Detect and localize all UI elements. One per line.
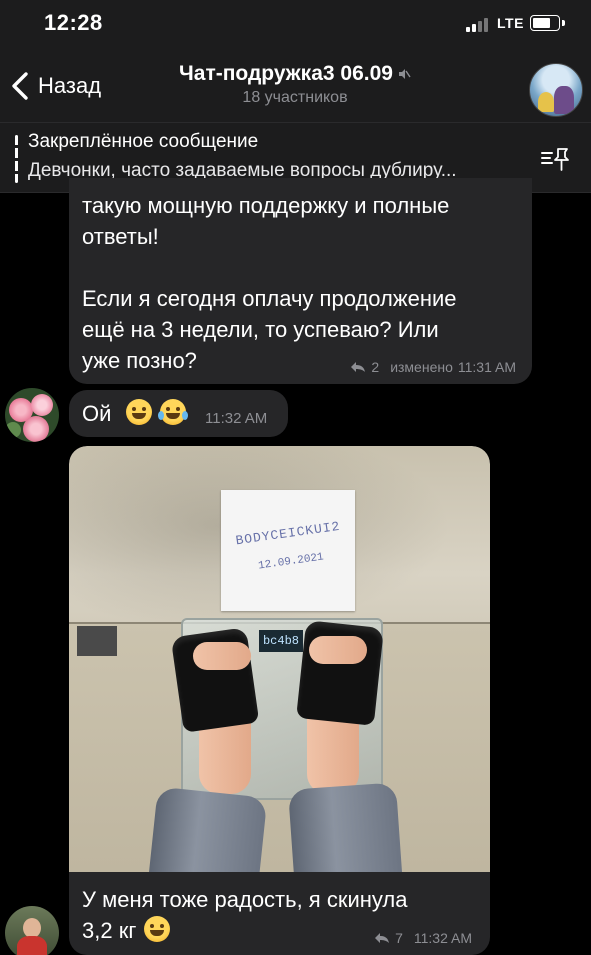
pinned-list-icon[interactable]	[540, 143, 570, 173]
network-type: LTE	[497, 15, 524, 31]
scale-display: bc4b8	[259, 630, 303, 652]
reply-icon	[351, 362, 366, 372]
back-button[interactable]: Назад	[10, 68, 101, 104]
photo-message-bubble[interactable]: BODYCEICKUI2 12.09.2021 bc4b8 У меня тож…	[69, 446, 490, 955]
message-time: 11:31 AM	[457, 359, 516, 375]
participants-count: 18 участников	[242, 89, 348, 106]
status-bar: 12:28 LTE	[0, 0, 591, 50]
message-bubble[interactable]: Ой 11:32 AM	[69, 390, 288, 437]
grinning-face-icon	[125, 399, 152, 425]
back-label: Назад	[38, 73, 102, 98]
battery-icon	[530, 15, 560, 31]
pinned-title: Закреплённое сообщение	[28, 131, 259, 152]
sender-avatar[interactable]	[5, 906, 59, 955]
reply-icon	[375, 933, 390, 943]
message-meta: 11:32 AM	[205, 410, 267, 427]
reply-count: 7	[395, 930, 403, 946]
message-meta: 2 изменено 11:31 AM	[350, 359, 516, 375]
message-time: 11:32 AM	[413, 930, 472, 946]
chat-title-area[interactable]: Чат-подружка3 06.09 18 участников	[130, 62, 460, 107]
message-time: 11:32 AM	[205, 410, 268, 427]
message-meta: 7 11:32 AM	[374, 930, 472, 946]
chat-title: Чат-подружка3 06.09	[179, 62, 393, 85]
smiling-face-icon	[144, 916, 171, 942]
chat-header: Назад Чат-подружка3 06.09 18 участников	[0, 50, 591, 122]
message-bubble[interactable]: такую мощную поддержку и полные ответы! …	[69, 178, 532, 384]
tears-of-joy-icon	[157, 399, 188, 425]
chat-avatar[interactable]	[529, 63, 583, 117]
chevron-left-icon	[12, 72, 28, 100]
sender-avatar[interactable]	[5, 388, 59, 442]
signal-strength-icon	[466, 16, 492, 32]
edited-label: изменено	[390, 359, 453, 375]
message-text: такую мощную поддержку и полные ответы! …	[82, 193, 457, 373]
battery-cap	[562, 20, 565, 26]
mute-icon	[398, 69, 411, 79]
attached-photo[interactable]: BODYCEICKUI2 12.09.2021 bc4b8	[69, 446, 490, 872]
message-text: Ой	[82, 398, 188, 429]
pinned-indicator	[15, 135, 18, 183]
photo-note: BODYCEICKUI2 12.09.2021	[221, 490, 355, 611]
reply-count: 2	[371, 359, 380, 375]
clock: 12:28	[44, 10, 103, 35]
